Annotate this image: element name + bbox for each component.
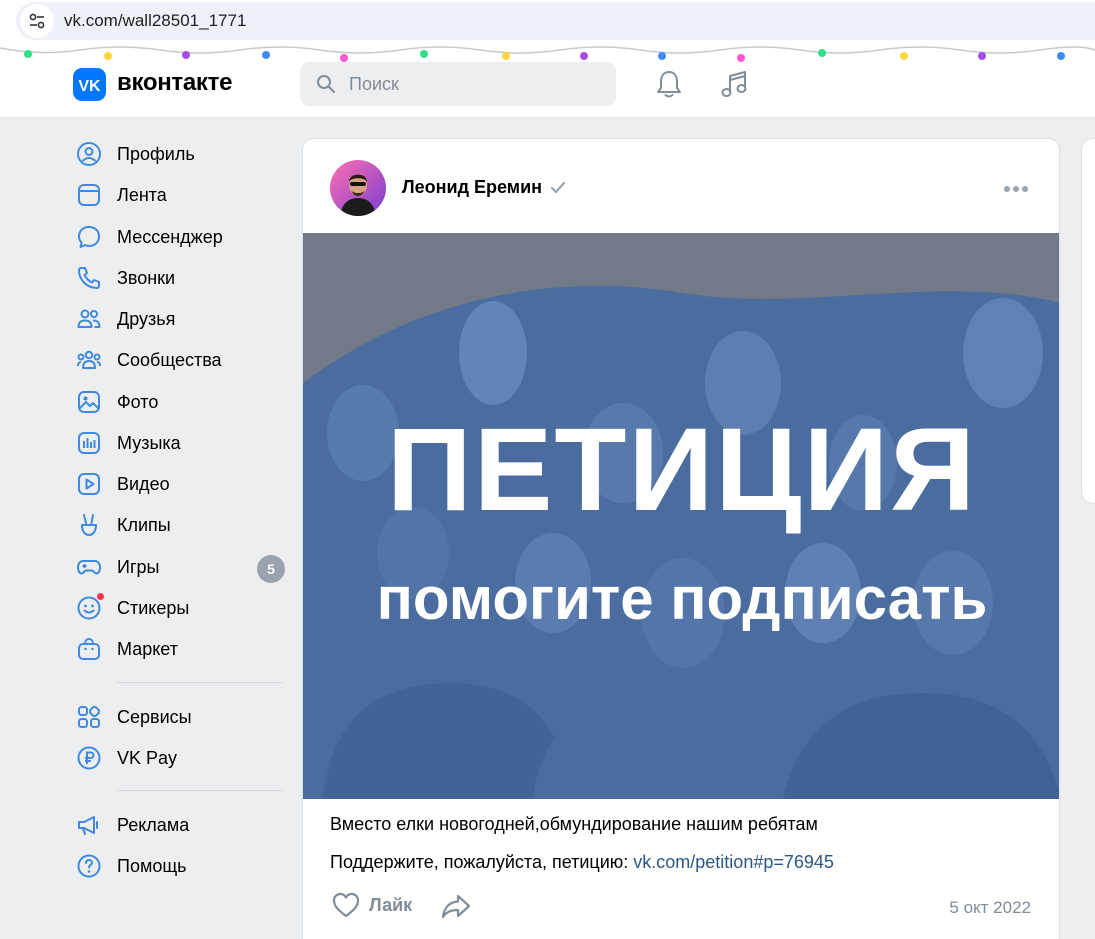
author-avatar[interactable]: [330, 160, 386, 216]
sidebar-item-label: Маркет: [117, 639, 178, 659]
sidebar-item-messenger[interactable]: Мессенджер: [76, 219, 288, 253]
post-text-prefix: Поддержите, пожалуйста, петицию:: [330, 852, 634, 872]
new-indicator-dot: [96, 592, 105, 601]
sidebar-item-label: Стикеры: [117, 598, 190, 618]
sidebar-item-label: Друзья: [117, 309, 176, 329]
image-headline: ПЕТИЦИЯ: [386, 404, 978, 536]
logo-wordmark[interactable]: вконтакте: [117, 69, 232, 97]
sidebar-item-communities[interactable]: Сообщества: [76, 342, 288, 376]
share-icon[interactable]: [440, 892, 472, 920]
like-heart-icon[interactable]: [331, 891, 361, 919]
like-button-label[interactable]: Лайк: [369, 895, 412, 916]
sidebar-item-label: Видео: [117, 474, 170, 494]
sidebar-item-games[interactable]: Игры 5: [76, 549, 288, 583]
right-side-panel: [1081, 138, 1095, 504]
profile-icon: [77, 142, 101, 166]
sidebar-item-feed[interactable]: Лента: [76, 177, 288, 211]
games-icon: [77, 560, 101, 575]
sidebar-divider: [117, 682, 282, 683]
photo-icon: [78, 391, 100, 413]
feed-icon: [78, 184, 100, 206]
browser-address-bar: vk.com/wall28501_1771: [0, 0, 1095, 42]
communities-icon: [77, 350, 101, 369]
sidebar-item-label: Лента: [117, 185, 167, 205]
sidebar-item-clips[interactable]: Клипы: [76, 507, 288, 541]
svg-text:VK: VK: [78, 78, 101, 95]
services-icon: [78, 705, 101, 728]
ads-icon: [78, 816, 98, 835]
sidebar-item-vkpay[interactable]: VK Pay: [76, 740, 288, 774]
url-text[interactable]: vk.com/wall28501_1771: [64, 11, 246, 31]
sidebar-item-label: Сервисы: [117, 707, 192, 727]
sidebar-item-label: Фото: [117, 392, 159, 412]
post-text-line: Вместо елки новогодней,обмундирование на…: [330, 814, 818, 834]
sidebar-item-label: Реклама: [117, 815, 190, 835]
vk-logo-icon[interactable]: VK: [73, 68, 106, 101]
more-options-icon[interactable]: [1003, 185, 1029, 193]
sidebar-item-friends[interactable]: Друзья: [76, 301, 288, 335]
image-subheadline: помогите подписать: [376, 565, 988, 632]
sidebar-item-label: Клипы: [117, 515, 171, 535]
sidebar-item-label: VK Pay: [117, 748, 178, 768]
sidebar-item-ads[interactable]: Реклама: [76, 807, 288, 841]
post-image[interactable]: ПЕТИЦИЯ помогите подписать: [303, 233, 1059, 799]
sidebar-item-label: Игры: [117, 557, 160, 577]
sidebar-item-music[interactable]: Музыка: [76, 425, 288, 459]
sidebar-item-label: Звонки: [117, 268, 176, 288]
petition-link[interactable]: vk.com/petition#p=76945: [633, 852, 834, 872]
site-header: VK вконтакте Поиск: [0, 42, 1095, 118]
sidebar-item-profile[interactable]: Профиль: [76, 136, 288, 170]
sidebar-item-stickers[interactable]: Стикеры: [76, 590, 288, 624]
sidebar-item-market[interactable]: Маркет: [76, 631, 288, 665]
search-icon: [317, 75, 335, 93]
sidebar-item-label: Профиль: [117, 144, 195, 164]
post-text-line: Поддержите, пожалуйста, петицию: vk.com/…: [330, 852, 834, 873]
clips-icon: [81, 514, 97, 536]
sidebar-item-label: Помощь: [117, 856, 187, 876]
vkpay-icon: [77, 746, 101, 770]
sidebar-item-services[interactable]: Сервисы: [76, 699, 288, 733]
sidebar-item-video[interactable]: Видео: [76, 466, 288, 500]
games-count-badge: 5: [257, 555, 285, 583]
video-icon: [78, 473, 100, 495]
post-date[interactable]: 5 окт 2022: [949, 898, 1031, 918]
post-card: Леонид Еремин ПЕТИЦИЯ помогите подписать…: [302, 138, 1060, 939]
verified-check-icon: [550, 181, 566, 194]
notifications-bell-icon[interactable]: [654, 68, 684, 100]
friends-icon: [77, 309, 101, 328]
help-icon: [77, 854, 101, 878]
author-name[interactable]: Леонид Еремин: [402, 177, 542, 198]
search-placeholder: Поиск: [349, 74, 399, 94]
sidebar-divider: [117, 790, 282, 791]
music-note-icon[interactable]: [719, 68, 749, 100]
music-icon: [78, 432, 100, 454]
sidebar-item-label: Сообщества: [117, 350, 222, 370]
messenger-icon: [78, 226, 100, 248]
sidebar-item-label: Музыка: [117, 433, 181, 453]
tune-icon: [29, 13, 45, 29]
phone-icon: [78, 267, 100, 289]
sidebar-item-photo[interactable]: Фото: [76, 384, 288, 418]
sidebar-item-calls[interactable]: Звонки: [76, 260, 288, 294]
search-input[interactable]: Поиск: [300, 62, 616, 106]
market-icon: [78, 637, 100, 660]
site-settings-button[interactable]: [20, 4, 54, 38]
sidebar-item-help[interactable]: Помощь: [76, 848, 288, 882]
sidebar-item-label: Мессенджер: [117, 227, 223, 247]
